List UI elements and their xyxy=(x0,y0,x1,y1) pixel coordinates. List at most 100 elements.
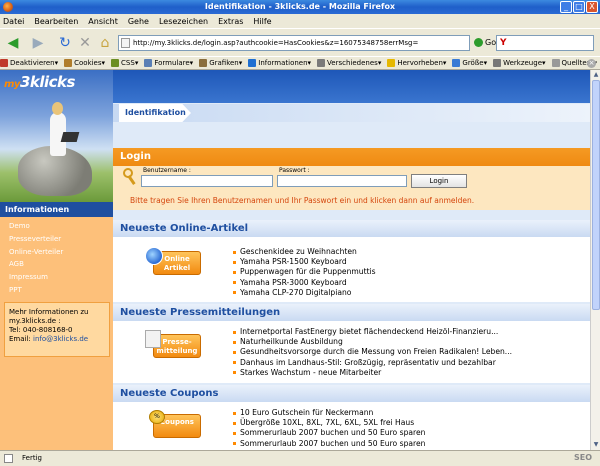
list-item[interactable]: Internetportal FastEnergy bietet flächen… xyxy=(233,327,512,337)
toolbar-informationen-button[interactable]: Informationen ▾ xyxy=(248,59,311,67)
menu-ansicht[interactable]: Ansicht xyxy=(88,17,118,26)
username-input[interactable] xyxy=(141,175,273,187)
sidebar-item-online-verteiler[interactable]: Online-Verteiler xyxy=(0,246,113,259)
scrollbar-thumb[interactable] xyxy=(592,80,600,310)
list-item[interactable]: Yamaha PSR-1500 Keyboard xyxy=(233,257,376,267)
home-icon[interactable]: ⌂ xyxy=(95,33,115,53)
toolbar-css-button[interactable]: CSS ▾ xyxy=(111,59,138,67)
status-text: Fertig xyxy=(22,454,42,462)
back-arrow-icon[interactable]: ◀ xyxy=(3,33,23,53)
search-engine-icon[interactable]: Y xyxy=(500,38,507,48)
coupons-badge[interactable]: Coupons % xyxy=(145,410,203,440)
toolbar-hervorheben-button[interactable]: Hervorheben ▾ xyxy=(387,59,446,67)
percent-coin-icon: % xyxy=(149,410,165,424)
seo-indicator[interactable]: SEO xyxy=(574,453,592,462)
window-title: Identifikation - 3klicks.de - Mozilla Fi… xyxy=(204,2,396,11)
chevron-down-icon: ▾ xyxy=(542,59,546,67)
laptop-icon xyxy=(60,132,80,142)
go-arrow-icon xyxy=(474,38,483,47)
stop-icon[interactable]: ✕ xyxy=(75,33,95,53)
password-label: Passwort : xyxy=(279,167,310,174)
coupons-list: 10 Euro Gutschein für Neckermann Übergrö… xyxy=(233,408,426,449)
online-artikel-list: Geschenkidee zu Weihnachten Yamaha PSR-1… xyxy=(233,247,376,298)
disable-icon xyxy=(0,59,8,67)
sidebar: my3klicks Informationen Demo Presseverte… xyxy=(0,70,113,450)
list-item[interactable]: Sommerurlaub 2007 buchen und 50 Euro spa… xyxy=(233,439,426,449)
list-item[interactable]: 10 Euro Gutschein für Neckermann xyxy=(233,408,426,418)
menu-gehe[interactable]: Gehe xyxy=(128,17,149,26)
url-input[interactable]: http://my.3klicks.de/login.asp?authcooki… xyxy=(118,35,470,51)
toolbar-werkzeuge-button[interactable]: Werkzeuge ▾ xyxy=(493,59,546,67)
sidebar-item-impressum[interactable]: Impressum xyxy=(0,271,113,284)
forward-arrow-icon[interactable]: ▶ xyxy=(28,33,48,53)
contact-info-box: Mehr Informationen zu my.3klicks.de : Te… xyxy=(4,302,110,357)
chevron-down-icon: ▾ xyxy=(134,59,139,67)
section-title-coupons: Neueste Coupons xyxy=(113,385,590,402)
list-item[interactable]: Sommerurlaub 2007 buchen und 50 Euro spa… xyxy=(233,428,426,438)
list-item[interactable]: Yamaha PSR-3000 Keyboard xyxy=(233,278,376,288)
chevron-down-icon: ▾ xyxy=(442,59,447,67)
highlight-icon xyxy=(387,59,396,67)
sidebar-item-agb[interactable]: AGB xyxy=(0,258,113,271)
toolbar-verschiedenes-button[interactable]: Verschiedenes ▾ xyxy=(317,59,381,67)
url-text: http://my.3klicks.de/login.asp?authcooki… xyxy=(133,39,419,47)
misc-icon xyxy=(317,59,326,67)
email-link[interactable]: info@3klicks.de xyxy=(33,335,88,343)
status-page-icon xyxy=(4,454,13,463)
source-icon xyxy=(551,59,560,67)
toolbar-deaktivieren-button[interactable]: Deaktivieren ▾ xyxy=(0,59,58,67)
menu-bearbeiten[interactable]: Bearbeiten xyxy=(34,17,78,26)
list-item[interactable]: Naturheilkunde Ausbildung xyxy=(233,337,512,347)
info-icon xyxy=(248,59,257,67)
password-input[interactable] xyxy=(277,175,407,187)
section-title-pressemitteilungen: Neueste Pressemitteilungen xyxy=(113,304,590,321)
toolbar-cookies-button[interactable]: Cookies ▾ xyxy=(64,59,105,67)
css-icon xyxy=(111,59,120,67)
search-input[interactable]: Y xyxy=(496,35,594,51)
menu-extras[interactable]: Extras xyxy=(218,17,243,26)
toolbar-formulare-button[interactable]: Formulare ▾ xyxy=(144,59,193,67)
close-button[interactable]: X xyxy=(586,1,598,13)
person-head-shape xyxy=(52,102,63,115)
reload-icon[interactable]: ↻ xyxy=(55,33,75,53)
section-title-online-artikel: Neueste Online-Artikel xyxy=(113,220,590,237)
main-content: Identifikation Login Benutzername : Pass… xyxy=(113,70,590,450)
login-title: Login xyxy=(113,148,590,166)
web-developer-toolbar: Deaktivieren ▾ Cookies ▾ CSS ▾ Formulare ▾ Grafi… xyxy=(0,56,600,70)
site-logo[interactable]: my3klicks xyxy=(4,73,75,91)
sidebar-item-demo[interactable]: Demo xyxy=(0,220,113,233)
scroll-down-icon[interactable]: ▼ xyxy=(591,440,600,450)
pressemitteilung-badge[interactable]: Presse-mitteilung xyxy=(145,330,203,360)
scroll-up-icon[interactable]: ▲ xyxy=(591,70,600,80)
list-item[interactable]: Puppenwagen für die Puppenmuttis xyxy=(233,267,376,277)
sidebar-heading: Informationen xyxy=(0,202,113,217)
menu-hilfe[interactable]: Hilfe xyxy=(253,17,271,26)
navigation-toolbar: ◀ ▶ ↻ ✕ ⌂ http://my.3klicks.de/login.asp… xyxy=(0,28,600,56)
menu-lesezeichen[interactable]: Lesezeichen xyxy=(159,17,208,26)
minimize-button[interactable]: _ xyxy=(560,1,572,13)
document-icon xyxy=(145,330,161,348)
vertical-scrollbar[interactable]: ▲ ▼ xyxy=(590,70,600,450)
chevron-down-icon: ▾ xyxy=(483,59,488,67)
list-item[interactable]: Yamaha CLP-270 Digitalpiano xyxy=(233,288,376,298)
key-icon xyxy=(123,168,137,185)
toolbar-gr-e-button[interactable]: Größe ▾ xyxy=(452,59,487,67)
login-button[interactable]: Login xyxy=(411,174,467,188)
online-artikel-badge[interactable]: Online Artikel xyxy=(145,247,203,277)
sidebar-item-presseverteiler[interactable]: Presseverteiler xyxy=(0,233,113,246)
list-item[interactable]: Starkes Wachstum - neue Mitarbeiter xyxy=(233,368,512,378)
close-toolbar-icon[interactable]: × xyxy=(587,59,596,68)
list-item[interactable]: Übergröße 10XL, 8XL, 7XL, 6XL, 5XL frei … xyxy=(233,418,426,428)
toolbar-grafiken-button[interactable]: Grafiken ▾ xyxy=(199,59,242,67)
list-item[interactable]: Gesundheitsvorsorge durch die Messung vo… xyxy=(233,347,512,357)
menu-datei[interactable]: Datei xyxy=(3,17,24,26)
page-icon xyxy=(121,38,130,48)
list-item[interactable]: Danhaus im Landhaus-Stil: Großzügig, rep… xyxy=(233,358,512,368)
tools-icon xyxy=(493,59,502,67)
sidebar-item-ppt[interactable]: PPT xyxy=(0,284,113,297)
list-item[interactable]: Geschenkidee zu Weihnachten xyxy=(233,247,376,257)
chevron-down-icon: ▾ xyxy=(54,59,59,67)
pressemitteilungen-list: Internetportal FastEnergy bietet flächen… xyxy=(233,327,512,378)
globe-icon xyxy=(145,247,163,265)
maximize-button[interactable]: □ xyxy=(573,1,585,13)
